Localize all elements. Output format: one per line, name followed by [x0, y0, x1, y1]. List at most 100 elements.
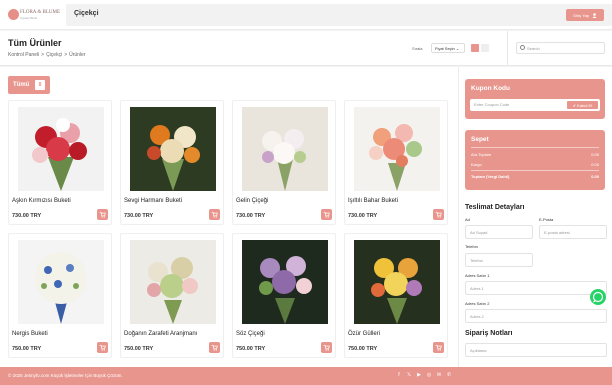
- whatsapp-footer-icon[interactable]: ✆: [446, 372, 452, 378]
- product-price: 730.00 TRY: [124, 213, 154, 219]
- youtube-icon[interactable]: ▶: [416, 372, 422, 378]
- add-to-cart-button[interactable]: [321, 342, 332, 353]
- product-name[interactable]: Özür Gülleri: [348, 331, 380, 337]
- add-to-cart-button[interactable]: [97, 342, 108, 353]
- product-price: 730.00 TRY: [12, 213, 42, 219]
- product-card[interactable]: Sevgi Harmanı Buketi 730.00 TRY: [120, 100, 224, 225]
- header-divider: [507, 31, 508, 66]
- category-all-button[interactable]: Tümü 8: [8, 76, 50, 94]
- address1-label: Adres Satırı 1: [465, 273, 490, 278]
- breadcrumb-separator: >: [64, 52, 68, 58]
- product-card[interactable]: Söz Çiçeği 750.00 TRY: [232, 233, 336, 358]
- category-count: 8: [35, 80, 45, 90]
- social-links: f 𝕏 ▶ ◎ ✉ ✆: [396, 372, 452, 378]
- add-to-cart-button[interactable]: [321, 209, 332, 220]
- sort-value: Fiyat Seçin: [435, 46, 455, 51]
- subtotal-value: 0.00: [591, 152, 599, 157]
- product-image[interactable]: [18, 240, 104, 324]
- add-to-cart-button[interactable]: [97, 209, 108, 220]
- product-area: Tümü 8 Aşkın Kırmızısı Buketi 730.00 TRY…: [0, 67, 458, 367]
- whatsapp-icon: [592, 291, 604, 303]
- email-icon[interactable]: ✉: [436, 372, 442, 378]
- name-field[interactable]: Ad Soyad: [465, 225, 533, 239]
- product-name[interactable]: Işıltılı Bahar Buketi: [348, 198, 398, 204]
- brand-tagline: Çiçekçi Butik: [20, 16, 38, 20]
- email-field[interactable]: E-posta adresi: [539, 225, 607, 239]
- sort-select[interactable]: Fiyat Seçin ⌄: [431, 43, 465, 53]
- delivery-title: Teslimat Detayları: [465, 204, 525, 211]
- product-price: 730.00 TRY: [236, 213, 266, 219]
- instagram-icon[interactable]: ◎: [426, 372, 432, 378]
- shop-tab: Çiçekçi: [66, 4, 612, 26]
- notes-title: Sipariş Notları: [465, 330, 513, 337]
- product-image[interactable]: [242, 107, 328, 191]
- login-label: Giriş Yap: [572, 12, 590, 18]
- product-card[interactable]: Nergis Buketi 750.00 TRY: [8, 233, 112, 358]
- cart-icon: [99, 212, 106, 218]
- apply-coupon-button[interactable]: ✔ Kabul Et: [567, 101, 598, 109]
- add-to-cart-button[interactable]: [209, 209, 220, 220]
- add-to-cart-button[interactable]: [433, 209, 444, 220]
- grid-view-icon[interactable]: [471, 44, 479, 52]
- product-name[interactable]: Nergis Buketi: [12, 331, 48, 337]
- shipping-value: 0.00: [591, 162, 599, 167]
- notes-field[interactable]: Açıklama: [465, 343, 607, 357]
- product-image[interactable]: [130, 107, 216, 191]
- cart-icon: [323, 345, 330, 351]
- product-image[interactable]: [130, 240, 216, 324]
- cart-title: Sepet: [471, 136, 489, 143]
- product-name[interactable]: Aşkın Kırmızısı Buketi: [12, 198, 71, 204]
- product-card[interactable]: Aşkın Kırmızısı Buketi 730.00 TRY: [8, 100, 112, 225]
- product-image[interactable]: [242, 240, 328, 324]
- check-icon: ✔: [572, 102, 577, 108]
- twitter-icon[interactable]: 𝕏: [406, 372, 412, 378]
- search-input[interactable]: Search: [516, 42, 605, 54]
- address1-field[interactable]: Adres 1: [465, 281, 607, 295]
- product-image[interactable]: [354, 240, 440, 324]
- cart-icon: [435, 345, 442, 351]
- breadcrumb-products: Ürünler: [69, 52, 86, 58]
- breadcrumb: Kontrol Paneli > Çiçekçi > Ürünler: [8, 52, 86, 58]
- page-title: Tüm Ürünler: [8, 38, 62, 48]
- product-name[interactable]: Gelin Çiçeği: [236, 198, 268, 204]
- cart-icon: [99, 345, 106, 351]
- total-label: Toplam (Vergi Dahil): [471, 174, 510, 179]
- cart-icon: [323, 212, 330, 218]
- cart-card: Sepet Ara Toplam 0.00 Kargo 0.00 Toplam …: [465, 130, 605, 190]
- cart-divider: [471, 170, 599, 171]
- list-view-icon[interactable]: [481, 44, 489, 52]
- facebook-icon[interactable]: f: [396, 372, 402, 378]
- breadcrumb-dashboard[interactable]: Kontrol Paneli: [8, 52, 39, 58]
- cart-divider: [471, 147, 599, 148]
- footer-copyright: © 2025 Jetmyfo.com Küçük İşletmeler İçin…: [8, 373, 123, 378]
- footer: © 2025 Jetmyfo.com Küçük İşletmeler İçin…: [0, 367, 612, 385]
- brand-logo[interactable]: FLORA & BLUME Çiçekçi Butik: [8, 8, 60, 24]
- add-to-cart-button[interactable]: [209, 342, 220, 353]
- product-card[interactable]: Özür Gülleri 750.00 TRY: [344, 233, 448, 358]
- total-value: 0.00: [591, 174, 599, 179]
- product-name[interactable]: Söz Çiçeği: [236, 331, 265, 337]
- breadcrumb-separator: >: [41, 52, 45, 58]
- login-button[interactable]: Giriş Yap: [566, 9, 604, 21]
- breadcrumb-florist[interactable]: Çiçekçi: [46, 52, 62, 58]
- product-card[interactable]: Doğanın Zarafeti Aranjmanı 750.00 TRY: [120, 233, 224, 358]
- product-price: 750.00 TRY: [124, 346, 154, 352]
- flower-icon: [8, 9, 19, 20]
- whatsapp-button[interactable]: [590, 289, 606, 305]
- sort-label: Sırala: [412, 46, 423, 51]
- address2-field[interactable]: Adres 2: [465, 309, 607, 323]
- cart-icon: [211, 345, 218, 351]
- address2-label: Adres Satırı 2: [465, 301, 490, 306]
- product-image[interactable]: [18, 107, 104, 191]
- coupon-title: Kupon Kodu: [471, 85, 510, 92]
- top-bar: FLORA & BLUME Çiçekçi Butik Çiçekçi Giri…: [0, 0, 612, 30]
- subtotal-label: Ara Toplam: [471, 152, 492, 157]
- product-card[interactable]: Işıltılı Bahar Buketi 730.00 TRY: [344, 100, 448, 225]
- product-image[interactable]: [354, 107, 440, 191]
- product-name[interactable]: Doğanın Zarafeti Aranjmanı: [124, 331, 197, 337]
- phone-field[interactable]: Telefon: [465, 253, 533, 267]
- product-name[interactable]: Sevgi Harmanı Buketi: [124, 198, 182, 204]
- add-to-cart-button[interactable]: [433, 342, 444, 353]
- product-card[interactable]: Gelin Çiçeği 730.00 TRY: [232, 100, 336, 225]
- product-price: 750.00 TRY: [12, 346, 42, 352]
